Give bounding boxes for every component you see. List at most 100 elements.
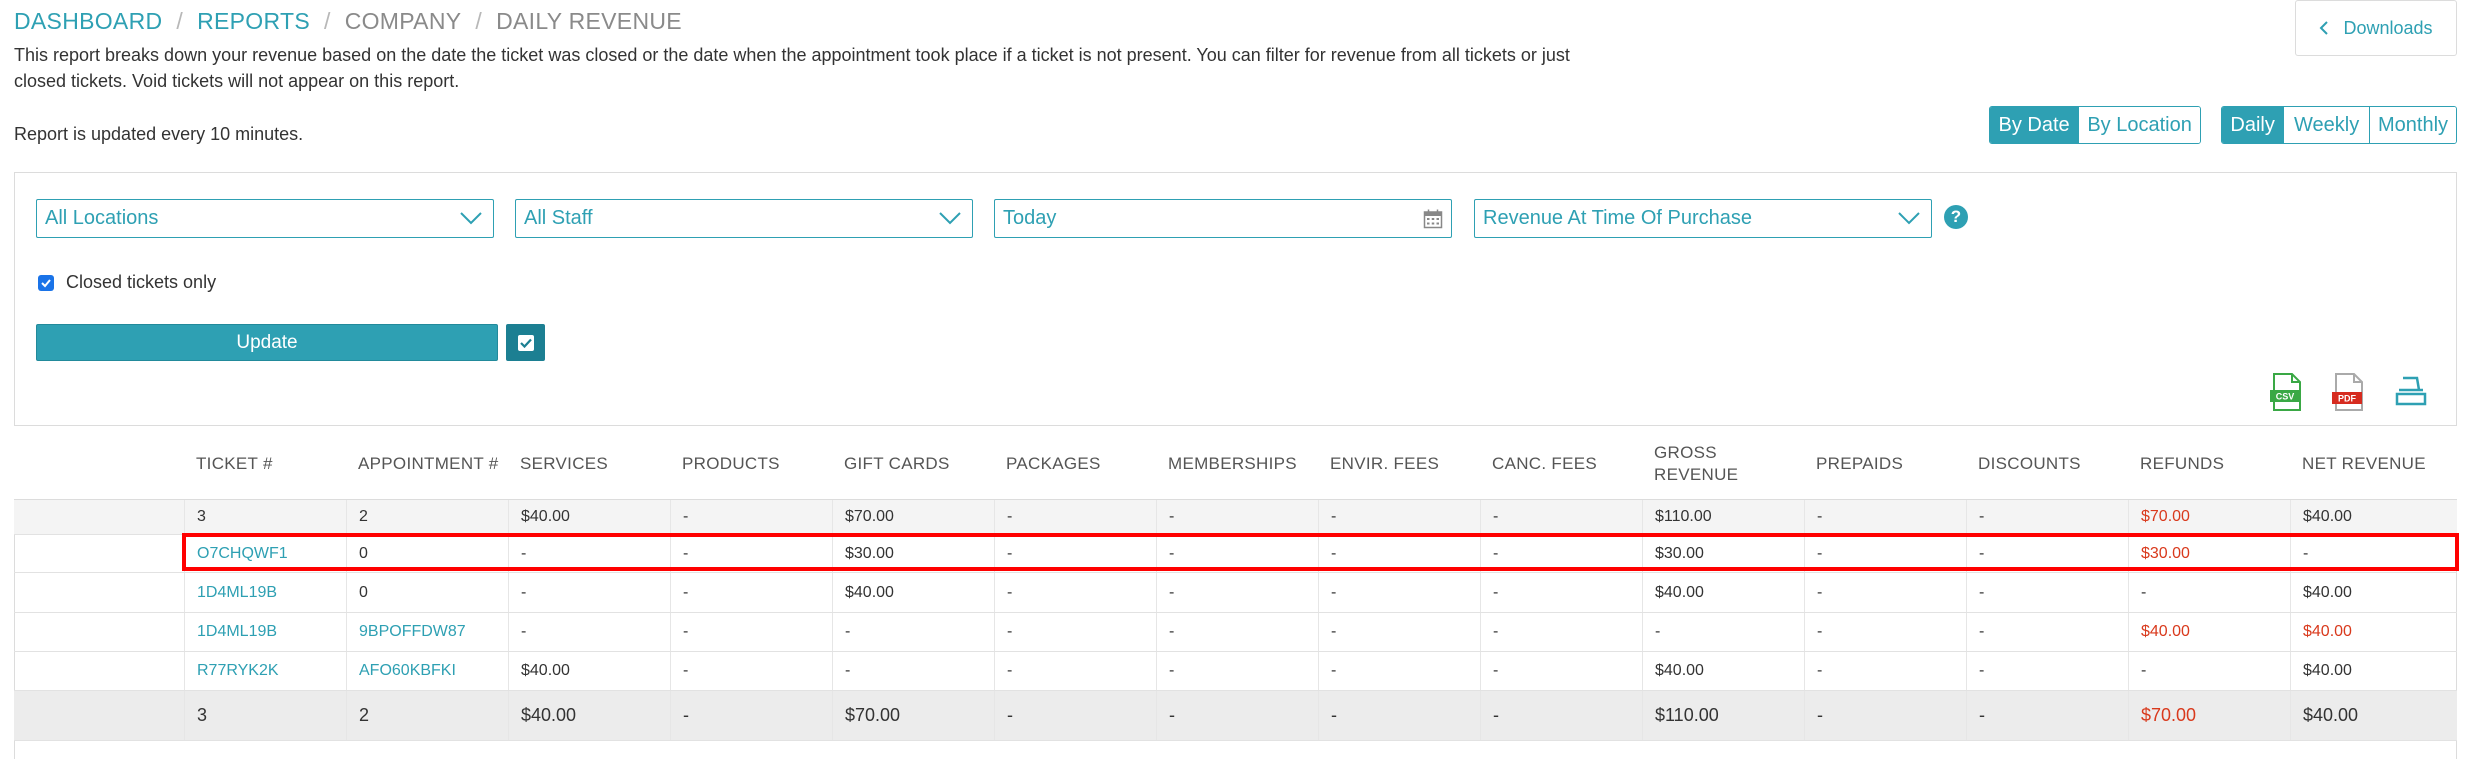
by-location-button[interactable]: By Location: [2078, 107, 2200, 143]
check-icon: [41, 278, 51, 287]
envir-fees-cell: -: [1318, 613, 1480, 651]
svg-text:PDF: PDF: [2338, 394, 2357, 404]
calendar-icon[interactable]: [1423, 209, 1443, 229]
ticket-link[interactable]: 1D4ML19B: [184, 573, 346, 612]
total-appointment-cell: 2: [346, 691, 508, 740]
envir-fees-cell: -: [1318, 652, 1480, 690]
memberships-cell: -: [1156, 652, 1318, 690]
downloads-button[interactable]: Downloads: [2295, 0, 2457, 56]
revenue-type-select-value: Revenue At Time Of Purchase: [1483, 207, 1753, 229]
packages-cell: -: [994, 535, 1156, 572]
calculator-icon: [517, 334, 534, 351]
breadcrumb-daily-revenue: DAILY REVENUE: [496, 8, 682, 34]
total-net-revenue-cell: $40.00: [2290, 691, 2457, 740]
envir-fees-cell: -: [1318, 535, 1480, 572]
date-picker[interactable]: Today: [994, 199, 1452, 238]
total-ticket-cell: 3: [184, 691, 346, 740]
by-date-button[interactable]: By Date: [1990, 107, 2079, 143]
downloads-label: Downloads: [2343, 17, 2433, 38]
weekly-button[interactable]: Weekly: [2283, 107, 2369, 143]
packages-cell: -: [994, 613, 1156, 651]
envir-fees-cell: -: [1318, 573, 1480, 612]
chevron-left-icon: [2320, 21, 2329, 35]
discounts-cell: -: [1966, 535, 2128, 572]
table-header: TICKET # APPOINTMENT # SERVICES PRODUCTS…: [14, 425, 2457, 500]
location-select-value: All Locations: [45, 207, 159, 229]
csv-icon[interactable]: CSV: [2268, 372, 2304, 412]
print-icon[interactable]: [2393, 372, 2429, 412]
canc-fees-cell: -: [1480, 535, 1642, 572]
gift-cards-cell: $40.00: [832, 573, 994, 612]
closed-tickets-filter: Closed tickets only: [38, 272, 216, 293]
canc-fees-cell: -: [1480, 652, 1642, 690]
breadcrumb-separator: /: [475, 8, 483, 34]
revenue-type-select[interactable]: Revenue At Time Of Purchase: [1474, 199, 1932, 238]
breadcrumb-reports[interactable]: REPORTS: [197, 8, 310, 34]
period-toggle: Daily Weekly Monthly: [2221, 106, 2457, 144]
prepaids-cell: -: [1804, 652, 1966, 690]
date-picker-value: Today: [1003, 207, 1057, 229]
prepaids-cell: -: [1804, 535, 1966, 572]
staff-select[interactable]: All Staff: [515, 199, 973, 238]
discounts-cell: -: [1966, 500, 2128, 534]
prepaids-cell: -: [1804, 613, 1966, 651]
column-header-prepaids: PREPAIDS: [1816, 453, 1904, 473]
column-header-appointment: APPOINTMENT #: [358, 453, 499, 473]
appointment-link[interactable]: AFO60KBFKI: [346, 652, 508, 690]
table-row: O7CHQWF1 0 - - $30.00 - - - - $30.00 - -…: [14, 535, 2457, 573]
appointment-cell: 0: [346, 573, 508, 612]
ticket-link[interactable]: O7CHQWF1: [184, 535, 346, 572]
monthly-button[interactable]: Monthly: [2369, 107, 2456, 143]
breadcrumb-separator: /: [323, 8, 331, 34]
ticket-link[interactable]: R77RYK2K: [184, 652, 346, 690]
table-row: 1D4ML19B 0 - - $40.00 - - - - $40.00 - -…: [14, 573, 2457, 613]
gift-cards-cell: -: [832, 613, 994, 651]
appointment-cell: 0: [346, 535, 508, 572]
prepaids-cell: -: [1804, 500, 1966, 534]
services-cell: $40.00: [508, 500, 670, 534]
view-toggle: By Date By Location: [1989, 106, 2201, 144]
canc-fees-cell: -: [1480, 573, 1642, 612]
breadcrumb-company: COMPANY: [344, 8, 462, 34]
net-revenue-cell: -: [2290, 535, 2457, 572]
packages-cell: -: [994, 652, 1156, 690]
ticket-link[interactable]: 1D4ML19B: [184, 613, 346, 651]
help-icon[interactable]: ?: [1944, 205, 1968, 229]
report-description: This report breaks down your revenue bas…: [14, 45, 1570, 91]
staff-select-value: All Staff: [524, 207, 593, 229]
closed-tickets-checkbox[interactable]: [38, 274, 54, 291]
services-cell: $40.00: [508, 652, 670, 690]
total-gross-revenue-cell: $110.00: [1642, 691, 1804, 740]
daily-button[interactable]: Daily: [2222, 107, 2284, 143]
appointment-link[interactable]: 9BPOFFDW87: [346, 613, 508, 651]
discounts-cell: -: [1966, 652, 2128, 690]
table-row: 1D4ML19B 9BPOFFDW87 - - - - - - - - - - …: [14, 613, 2457, 652]
gross-revenue-cell: $110.00: [1642, 500, 1804, 534]
column-header-gross-revenue: GROSS REVENUE: [1654, 442, 1739, 484]
memberships-cell: -: [1156, 500, 1318, 534]
services-cell: -: [508, 613, 670, 651]
calculator-button[interactable]: [506, 324, 545, 361]
gross-revenue-cell: $40.00: [1642, 573, 1804, 612]
breadcrumb-dashboard[interactable]: DASHBOARD: [14, 8, 162, 34]
net-revenue-cell: $40.00: [2290, 652, 2457, 690]
update-button[interactable]: Update: [36, 324, 498, 361]
location-select[interactable]: All Locations: [36, 199, 494, 238]
services-cell: -: [508, 535, 670, 572]
table-row: 3 2 $40.00 - $70.00 - - - - $110.00 - - …: [14, 500, 2457, 535]
memberships-cell: -: [1156, 535, 1318, 572]
column-header-envir-fees: ENVIR. FEES: [1330, 453, 1440, 473]
total-memberships-cell: -: [1156, 691, 1318, 740]
table-row: R77RYK2K AFO60KBFKI $40.00 - - - - - - $…: [14, 652, 2457, 691]
refunds-cell: $40.00: [2128, 613, 2290, 651]
total-envir-fees-cell: -: [1318, 691, 1480, 740]
column-header-ticket: TICKET #: [196, 453, 273, 473]
total-services-cell: $40.00: [508, 691, 670, 740]
column-header-net-revenue: NET REVENUE: [2302, 453, 2426, 473]
gift-cards-cell: -: [832, 652, 994, 690]
memberships-cell: -: [1156, 573, 1318, 612]
pdf-icon[interactable]: PDF: [2330, 372, 2366, 412]
chevron-down-icon: [460, 212, 482, 225]
memberships-cell: -: [1156, 613, 1318, 651]
chevron-down-icon: [939, 212, 961, 225]
